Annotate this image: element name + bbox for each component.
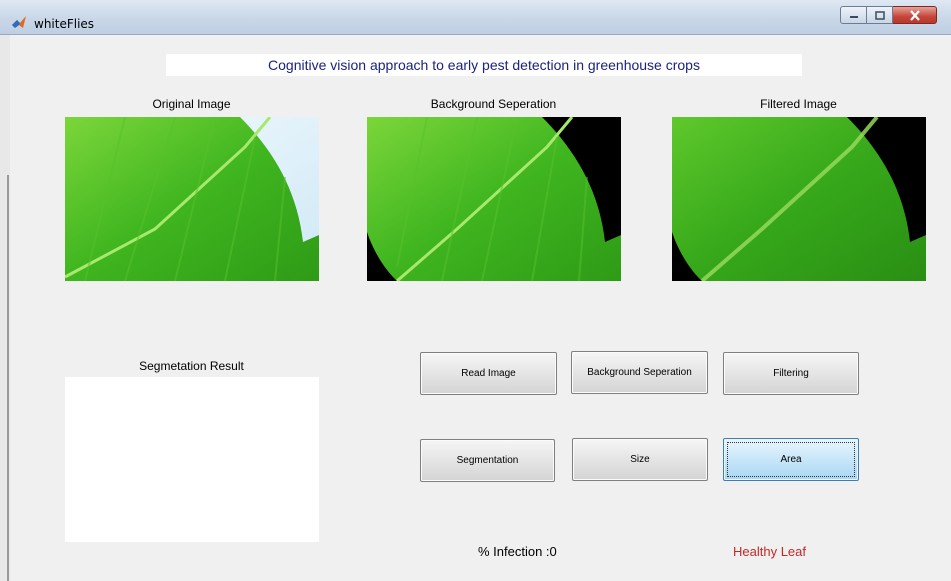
background-separation-button[interactable]: Background Seperation [571,351,708,394]
window-left-edge [0,35,10,581]
filtering-button[interactable]: Filtering [723,352,859,395]
background-separation-button-label: Background Seperation [587,367,692,378]
minimize-icon [849,16,858,18]
title-bar[interactable]: whiteFlies [0,0,951,35]
filtered-image-axes [672,117,926,281]
filtering-button-label: Filtering [773,368,809,379]
original-image-label: Original Image [152,97,231,111]
maximize-icon [874,10,885,20]
background-separation-axes [367,117,621,281]
size-button-label: Size [630,454,650,465]
read-image-button[interactable]: Read Image [420,352,557,395]
main-window: whiteFlies Cognitive vision approach to … [0,0,951,581]
app-heading: Cognitive vision approach to early pest … [166,54,802,76]
infection-percentage-text: % Infection :0 [478,544,557,559]
segmentation-button[interactable]: Segmentation [420,439,555,482]
area-button[interactable]: Area [723,438,859,481]
minimize-button[interactable] [840,6,867,24]
area-button-label: Area [780,454,802,465]
segmentation-result-label: Segmetation Result [139,359,244,373]
maximize-button[interactable] [867,6,893,24]
read-image-button-label: Read Image [461,368,516,379]
close-button[interactable] [893,6,937,24]
original-image-axes [65,117,319,281]
close-icon [909,9,920,21]
left-border-strip [7,175,9,581]
filtered-image-label: Filtered Image [760,97,837,111]
window-controls [840,6,937,26]
leaf-status-text: Healthy Leaf [733,544,806,559]
matlab-icon [12,16,26,28]
window-title: whiteFlies [34,17,95,31]
segmentation-button-label: Segmentation [456,455,519,466]
segmentation-result-axes [65,377,319,542]
size-button[interactable]: Size [572,438,708,481]
background-separation-label: Background Seperation [430,97,557,111]
